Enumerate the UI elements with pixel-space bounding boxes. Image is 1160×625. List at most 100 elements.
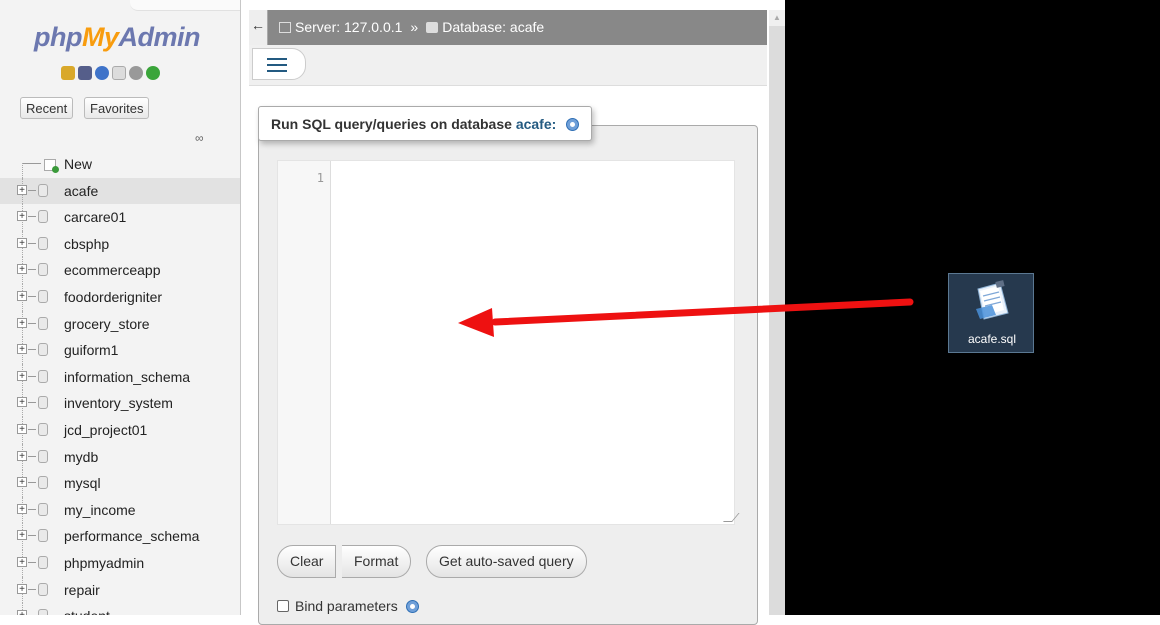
tree-item-label[interactable]: New xyxy=(64,151,92,177)
documentation-icon[interactable] xyxy=(112,66,126,80)
favorites-tab[interactable]: Favorites xyxy=(84,97,150,119)
desktop-file-acafe-sql[interactable]: acafe.sql xyxy=(948,273,1034,353)
notepad-file-icon xyxy=(976,280,1009,320)
tree-item-database[interactable]: + acafe xyxy=(0,177,240,205)
database-icon xyxy=(38,582,48,596)
tree-item-label[interactable]: performance_schema xyxy=(64,523,199,549)
help-icon[interactable] xyxy=(405,599,419,613)
expand-plus-icon[interactable]: + xyxy=(17,423,27,434)
link-with-main-panel-icon[interactable]: ∞ xyxy=(195,131,204,145)
new-database-icon xyxy=(44,159,59,173)
expand-plus-icon[interactable]: + xyxy=(17,477,27,488)
tree-item-database[interactable]: + ecommerceapp xyxy=(0,257,240,284)
tree-item-label[interactable]: mydb xyxy=(64,444,98,470)
clear-button[interactable]: Clear xyxy=(277,545,337,578)
tree-item-label[interactable]: inventory_system xyxy=(64,390,173,416)
tree-item-new[interactable]: New xyxy=(0,151,240,178)
sql-editor[interactable]: 1 xyxy=(277,160,740,525)
expand-plus-icon[interactable]: + xyxy=(17,583,27,594)
tree-item-label[interactable]: my_income xyxy=(64,497,136,523)
tree-item-label[interactable]: grocery_store xyxy=(64,311,150,337)
expand-plus-icon[interactable]: + xyxy=(17,450,27,461)
database-icon xyxy=(38,529,48,543)
tree-item-label[interactable]: ecommerceapp xyxy=(64,257,161,283)
collapse-arrow-icon[interactable]: ← xyxy=(249,10,268,45)
expand-plus-icon[interactable]: + xyxy=(17,370,27,381)
breadcrumb-separator: » xyxy=(410,19,419,35)
database-icon xyxy=(38,236,48,250)
database-icon xyxy=(38,555,48,569)
expand-plus-icon[interactable]: + xyxy=(17,237,27,248)
legend-database-link[interactable]: acafe: xyxy=(516,116,556,132)
quick-links xyxy=(61,66,160,80)
tree-connector xyxy=(28,482,36,484)
settings-gear-icon[interactable] xyxy=(129,66,143,80)
phpmyadmin-logo[interactable]: phpMyAdmin xyxy=(34,22,200,53)
tree-connector xyxy=(28,375,36,377)
expand-plus-icon[interactable]: + xyxy=(17,344,27,355)
reload-icon[interactable] xyxy=(146,66,160,80)
tree-item-database[interactable]: + jcd_project01 xyxy=(0,416,240,444)
tree-item-label[interactable]: foodorderigniter xyxy=(64,284,162,310)
tree-item-database[interactable]: + inventory_system xyxy=(0,390,240,417)
breadcrumb-database[interactable]: Database: acafe xyxy=(442,19,544,35)
help-icon[interactable] xyxy=(566,118,580,131)
tree-item-label[interactable]: phpmyadmin xyxy=(64,550,144,576)
tree-item-label[interactable]: student xyxy=(64,603,110,615)
tree-connector xyxy=(28,189,36,191)
tree-connector xyxy=(22,163,23,178)
tree-item-database[interactable]: + grocery_store xyxy=(0,310,240,338)
expand-plus-icon[interactable]: + xyxy=(17,530,27,541)
tree-item-database[interactable]: + mydb xyxy=(0,443,240,471)
expand-plus-icon[interactable]: + xyxy=(17,556,27,567)
format-button[interactable]: Format xyxy=(342,545,412,578)
help-icon[interactable] xyxy=(95,66,109,80)
home-icon[interactable] xyxy=(61,66,75,80)
bind-parameters-row: Bind parameters xyxy=(277,598,419,614)
tree-item-database[interactable]: + carcare01 xyxy=(0,204,240,231)
expand-plus-icon[interactable]: + xyxy=(17,317,27,328)
menu-toggle-button[interactable] xyxy=(252,48,306,80)
tree-item-database[interactable]: + performance_schema xyxy=(0,523,240,550)
database-icon xyxy=(38,210,48,224)
tree-item-label[interactable]: mysql xyxy=(64,470,101,496)
tree-item-database[interactable]: + student xyxy=(0,603,240,615)
tree-item-database[interactable]: + information_schema xyxy=(0,363,240,391)
expand-plus-icon[interactable]: + xyxy=(17,211,27,222)
tree-item-label[interactable]: cbsphp xyxy=(64,231,109,257)
tree-item-database[interactable]: + repair xyxy=(0,576,240,604)
recent-tab[interactable]: Recent xyxy=(20,97,74,119)
hamburger-line-icon xyxy=(267,64,287,66)
bind-parameters-checkbox[interactable] xyxy=(277,600,289,612)
tree-item-label[interactable]: carcare01 xyxy=(64,204,126,230)
tree-item-database[interactable]: + guiform1 xyxy=(0,337,240,364)
tree-item-database[interactable]: + cbsphp xyxy=(0,230,240,258)
expand-plus-icon[interactable]: + xyxy=(17,503,27,514)
database-icon xyxy=(38,263,48,277)
database-icon xyxy=(38,316,48,330)
breadcrumb-server[interactable]: Server: 127.0.0.1 xyxy=(295,19,402,35)
tree-item-label[interactable]: information_schema xyxy=(64,364,190,390)
expand-plus-icon[interactable]: + xyxy=(17,397,27,408)
tree-item-database[interactable]: + my_income xyxy=(0,496,240,524)
tree-item-label[interactable]: repair xyxy=(64,577,100,603)
expand-plus-icon[interactable]: + xyxy=(17,610,27,615)
expand-plus-icon[interactable]: + xyxy=(17,264,27,275)
expand-plus-icon[interactable]: + xyxy=(17,290,27,301)
tree-item-label[interactable]: jcd_project01 xyxy=(64,417,147,443)
logout-icon[interactable] xyxy=(78,66,92,80)
tree-item-database[interactable]: + phpmyadmin xyxy=(0,549,240,577)
get-auto-saved-query-button[interactable]: Get auto-saved query xyxy=(426,545,587,578)
tree-connector xyxy=(28,561,36,563)
desktop-background: acafe.sql xyxy=(785,0,1160,615)
tree-connector xyxy=(28,428,36,430)
tree-item-database[interactable]: + foodorderigniter xyxy=(0,283,240,311)
tree-item-label[interactable]: guiform1 xyxy=(64,337,118,363)
tree-item-database[interactable]: + mysql xyxy=(0,470,240,497)
database-icon xyxy=(38,396,48,410)
scroll-up-arrow-icon[interactable]: ▲ xyxy=(769,10,785,26)
tree-item-label[interactable]: acafe xyxy=(64,178,98,204)
bind-parameters-label[interactable]: Bind parameters xyxy=(295,598,398,614)
expand-plus-icon[interactable]: + xyxy=(17,184,27,195)
vertical-scrollbar[interactable]: ▲ xyxy=(769,10,785,615)
